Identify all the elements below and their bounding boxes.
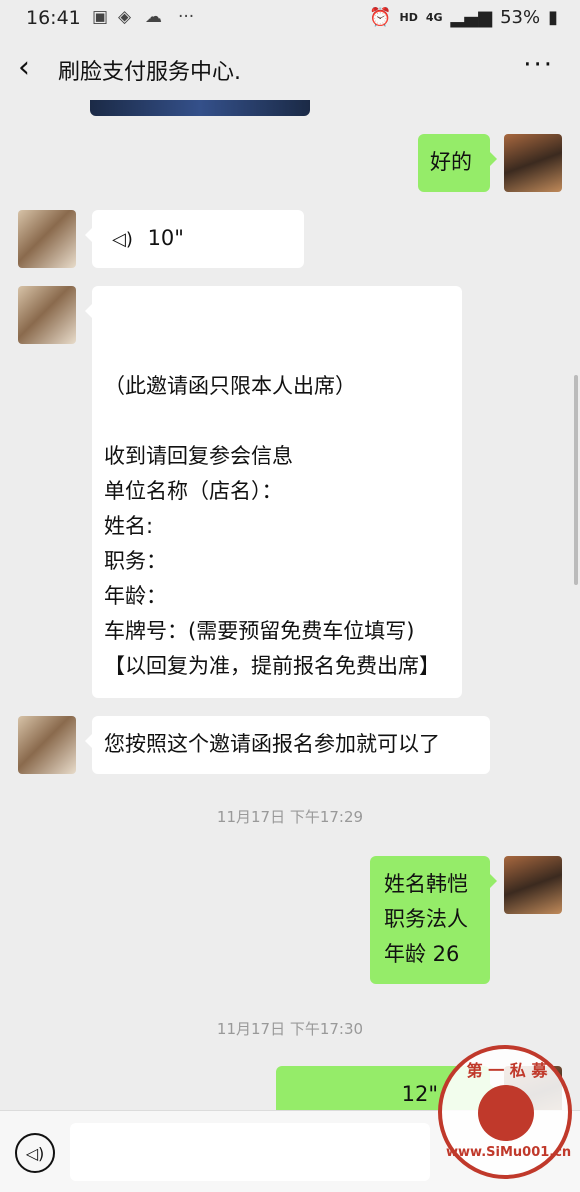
timestamp: 11月17日 下午17:29: [216, 808, 364, 826]
voice-duration: 10": [147, 226, 184, 250]
voice-input-button[interactable]: ◁): [15, 1133, 55, 1173]
shield-icon: ◈: [118, 7, 132, 27]
message-text: 好的: [430, 150, 472, 174]
signal-icon: ▂▄▆: [450, 7, 493, 28]
chat-area[interactable]: 好的 ◁) 10" （此邀请函只限本人出席） 收到请回复参会信息 单位名称（店名…: [0, 100, 580, 1110]
invite-line: 单位名称（店名）：: [104, 479, 283, 503]
message-text: 您按照这个邀请函报名参加就可以了: [104, 732, 440, 756]
voice-icon: ◁): [25, 1143, 45, 1163]
gallery-icon: ▣: [92, 7, 109, 27]
chat-title: 刷脸支付服务中心.: [58, 60, 241, 85]
message-input[interactable]: [70, 1123, 430, 1181]
timestamp: 11月17日 下午17:30: [216, 1020, 364, 1038]
watermark-url: www.SiMu001.cn: [446, 1145, 572, 1160]
more-dots-icon[interactable]: ···: [523, 50, 554, 80]
hd-label: HD: [399, 11, 418, 24]
invite-line: 年龄：: [104, 584, 167, 608]
invite-message[interactable]: （此邀请函只限本人出席） 收到请回复参会信息 单位名称（店名）： 姓名: 职务：…: [85, 286, 462, 698]
voice-wave-icon: ◁): [112, 229, 133, 250]
invite-line: 姓名:: [104, 514, 154, 538]
invite-line: 【以回复为准，提前报名免费出席】: [104, 654, 440, 678]
reply-line: 姓名韩恺: [384, 872, 468, 896]
my-avatar[interactable]: [504, 134, 562, 192]
chat-header: ‹ 刷脸支付服务中心. ···: [0, 36, 580, 100]
voice-message-1[interactable]: ◁) 10": [85, 210, 304, 268]
battery-label: 53%: [500, 7, 541, 28]
status-time: 16:41: [26, 7, 81, 29]
friend-avatar[interactable]: [18, 286, 76, 344]
network-label: 4G: [425, 11, 443, 24]
friend-avatar[interactable]: [18, 210, 76, 268]
invite-line: 收到请回复参会信息: [104, 444, 293, 468]
status-bar: 16:41 ▣ ◈ ☁ ··· ⏰ HD 4G ▂▄▆ 53% ▮: [0, 0, 580, 36]
watermark-text: 第 一 私 募: [466, 1061, 548, 1080]
watermark-seal: 第 一 私 募 www.SiMu001.cn: [438, 1045, 572, 1179]
cloud-icon: ☁: [145, 7, 162, 27]
instruction-message[interactable]: 您按照这个邀请函报名参加就可以了: [85, 716, 490, 774]
voice-duration: 12": [401, 1082, 438, 1106]
chevron-left-icon[interactable]: ‹: [18, 50, 30, 85]
reply-info-message[interactable]: 姓名韩恺 职务法人 年龄 26: [370, 856, 497, 984]
invite-line: 车牌号：(需要预留免费车位填写): [104, 619, 415, 643]
battery-icon: ▮: [548, 7, 558, 28]
friend-avatar[interactable]: [18, 716, 76, 774]
invite-line: （此邀请函只限本人出席）: [104, 374, 356, 398]
message-reply-ok[interactable]: 好的: [418, 134, 497, 192]
more-notifications-icon: ···: [178, 7, 195, 27]
scrollbar[interactable]: [574, 375, 578, 585]
alarm-icon: ⏰: [369, 7, 392, 28]
reply-line: 职务法人: [384, 907, 468, 931]
reply-line: 年龄 26: [384, 942, 460, 966]
watermark-logo: [478, 1085, 534, 1141]
my-avatar[interactable]: [504, 856, 562, 914]
invite-line: 职务：: [104, 549, 167, 573]
image-message-partial[interactable]: [90, 100, 310, 116]
